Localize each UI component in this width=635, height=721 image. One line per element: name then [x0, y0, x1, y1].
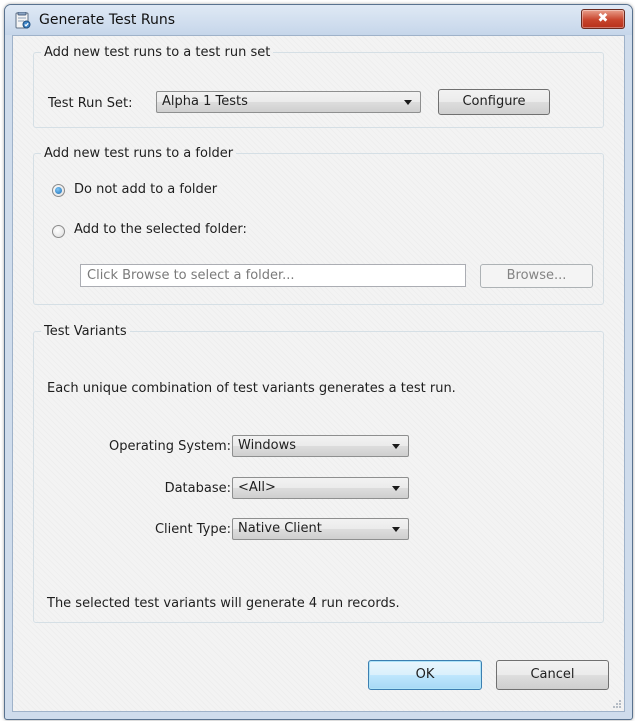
client-type-dropdown[interactable]: Native Client — [232, 518, 409, 540]
chevron-down-icon — [404, 100, 412, 105]
variants-description: Each unique combination of test variants… — [47, 381, 456, 396]
database-value: <All> — [238, 480, 276, 495]
dialog-client-area: Add new test runs to a test run set Test… — [12, 35, 625, 712]
chevron-down-icon — [392, 444, 400, 449]
client-type-value: Native Client — [238, 521, 322, 536]
ok-button-label: OK — [415, 667, 435, 682]
test-variants-group-legend: Test Variants — [44, 324, 127, 339]
window-title: Generate Test Runs — [39, 12, 175, 28]
radio-selected-folder-label[interactable]: Add to the selected folder: — [74, 222, 247, 237]
cancel-button-label: Cancel — [530, 667, 575, 682]
operating-system-value: Windows — [238, 438, 297, 453]
folder-path-input[interactable]: Click Browse to select a folder... — [80, 264, 466, 287]
test-run-set-dropdown[interactable]: Alpha 1 Tests — [156, 91, 421, 113]
client-type-label: Client Type: — [154, 522, 231, 537]
ok-button[interactable]: OK — [368, 660, 482, 690]
radio-selected-folder[interactable] — [52, 225, 65, 238]
folder-path-placeholder: Click Browse to select a folder... — [87, 268, 295, 283]
database-dropdown[interactable]: <All> — [232, 477, 409, 499]
configure-button-label: Configure — [462, 94, 526, 109]
database-label: Database: — [164, 481, 231, 496]
operating-system-label: Operating System: — [109, 439, 231, 454]
chevron-down-icon — [392, 486, 400, 491]
browse-button[interactable]: Browse... — [480, 264, 593, 288]
browse-button-label: Browse... — [506, 268, 567, 283]
close-icon: ✖ — [597, 11, 609, 26]
radio-no-folder-label[interactable]: Do not add to a folder — [74, 182, 217, 197]
radio-no-folder[interactable] — [52, 184, 65, 197]
test-run-set-label: Test Run Set: — [48, 96, 133, 111]
run-records-summary: The selected test variants will generate… — [47, 596, 400, 611]
test-run-set-value: Alpha 1 Tests — [162, 94, 248, 109]
dialog-window: Generate Test Runs ✖ Add new test runs t… — [4, 4, 633, 720]
test-run-set-group-legend: Add new test runs to a test run set — [44, 45, 271, 60]
cancel-button[interactable]: Cancel — [496, 660, 609, 690]
configure-button[interactable]: Configure — [438, 89, 550, 115]
test-runs-app-icon — [15, 12, 31, 29]
test-run-set-group: Add new test runs to a test run set — [33, 45, 604, 128]
chevron-down-icon — [392, 527, 400, 532]
operating-system-dropdown[interactable]: Windows — [232, 435, 409, 457]
test-variants-group: Test Variants — [33, 324, 604, 623]
resize-grip-icon[interactable] — [612, 699, 622, 709]
folder-group-legend: Add new test runs to a folder — [44, 146, 234, 161]
title-bar[interactable]: Generate Test Runs ✖ — [5, 5, 632, 35]
close-button[interactable]: ✖ — [581, 9, 625, 29]
